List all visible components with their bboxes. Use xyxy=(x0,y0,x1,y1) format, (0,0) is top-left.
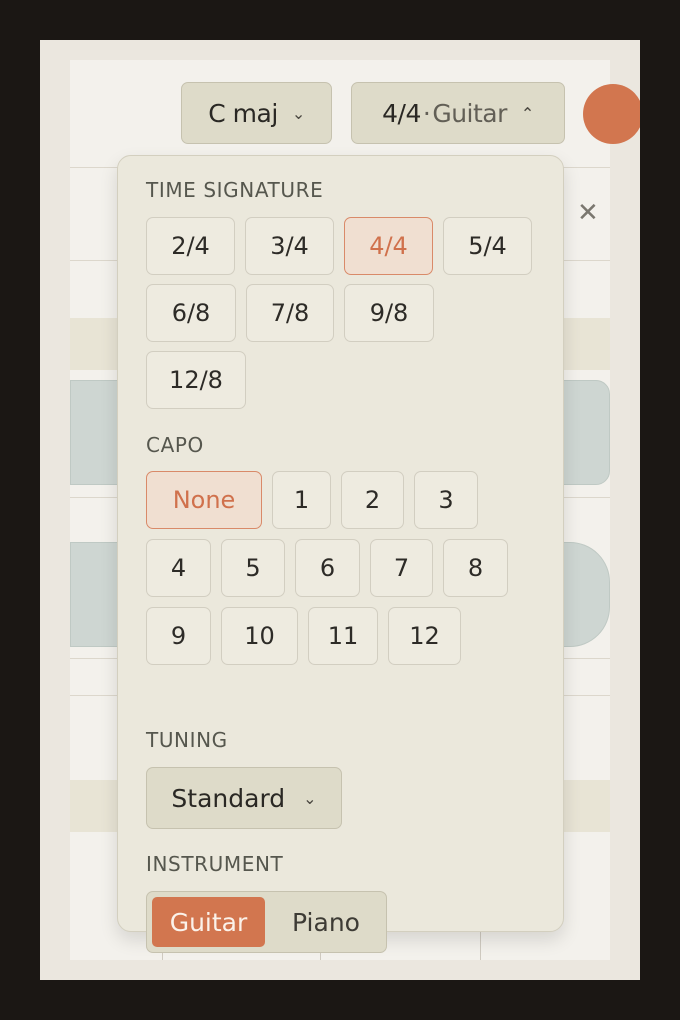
capo-option[interactable]: 2 xyxy=(341,471,404,529)
key-select-button[interactable]: C maj ⌄ xyxy=(181,82,332,144)
capo-option[interactable]: 10 xyxy=(221,607,298,665)
meter-label: 4/4 xyxy=(382,98,421,128)
time-signature-option[interactable]: 3/4 xyxy=(245,217,334,275)
settings-popover: TIME SIGNATURE 2/4 3/4 4/4 5/4 6/8 7/8 9… xyxy=(117,155,564,953)
time-signature-option[interactable]: 12/8 xyxy=(146,351,246,409)
instrument-toggle: Guitar Piano xyxy=(146,891,387,953)
capo-option[interactable]: 12 xyxy=(388,607,461,665)
chevron-down-icon: ⌄ xyxy=(303,788,317,808)
capo-option[interactable]: 3 xyxy=(414,471,478,529)
capo-option[interactable]: 9 xyxy=(146,607,211,665)
capo-option-selected[interactable]: None xyxy=(146,471,262,529)
tuning-value: Standard xyxy=(171,783,286,813)
instrument-option-piano[interactable]: Piano xyxy=(271,897,381,947)
time-signature-option-selected[interactable]: 4/4 xyxy=(344,217,433,275)
instrument-heading: INSTRUMENT xyxy=(146,852,284,876)
meter-instrument-button[interactable]: 4/4 · Guitar ⌃ xyxy=(351,82,565,144)
capo-heading: CAPO xyxy=(146,433,204,457)
key-label: C maj xyxy=(208,98,278,128)
chevron-down-icon: ⌄ xyxy=(291,103,305,123)
capo-option[interactable]: 4 xyxy=(146,539,211,597)
time-signature-option[interactable]: 6/8 xyxy=(146,284,236,342)
grid-line xyxy=(480,930,481,960)
instrument-label: Guitar xyxy=(432,98,507,128)
capo-option[interactable]: 8 xyxy=(443,539,508,597)
capo-option[interactable]: 6 xyxy=(295,539,360,597)
tuning-heading: TUNING xyxy=(146,728,228,752)
capo-option[interactable]: 11 xyxy=(308,607,378,665)
capo-option[interactable]: 1 xyxy=(272,471,331,529)
time-signature-option[interactable]: 9/8 xyxy=(344,284,434,342)
time-signature-option[interactable]: 7/8 xyxy=(246,284,334,342)
tuning-select[interactable]: Standard ⌄ xyxy=(146,767,342,829)
app-frame: C maj ⌄ 4/4 · Guitar ⌃ ✕ TIME SIGNATURE … xyxy=(40,40,640,980)
chevron-up-icon: ⌃ xyxy=(520,103,534,123)
time-signature-heading: TIME SIGNATURE xyxy=(146,178,324,202)
avatar[interactable] xyxy=(583,84,640,144)
close-icon[interactable]: ✕ xyxy=(577,198,599,228)
instrument-option-guitar[interactable]: Guitar xyxy=(152,897,265,947)
time-signature-option[interactable]: 5/4 xyxy=(443,217,532,275)
time-signature-option[interactable]: 2/4 xyxy=(146,217,235,275)
capo-option[interactable]: 5 xyxy=(221,539,285,597)
capo-option[interactable]: 7 xyxy=(370,539,433,597)
meter-separator: · xyxy=(422,98,431,128)
